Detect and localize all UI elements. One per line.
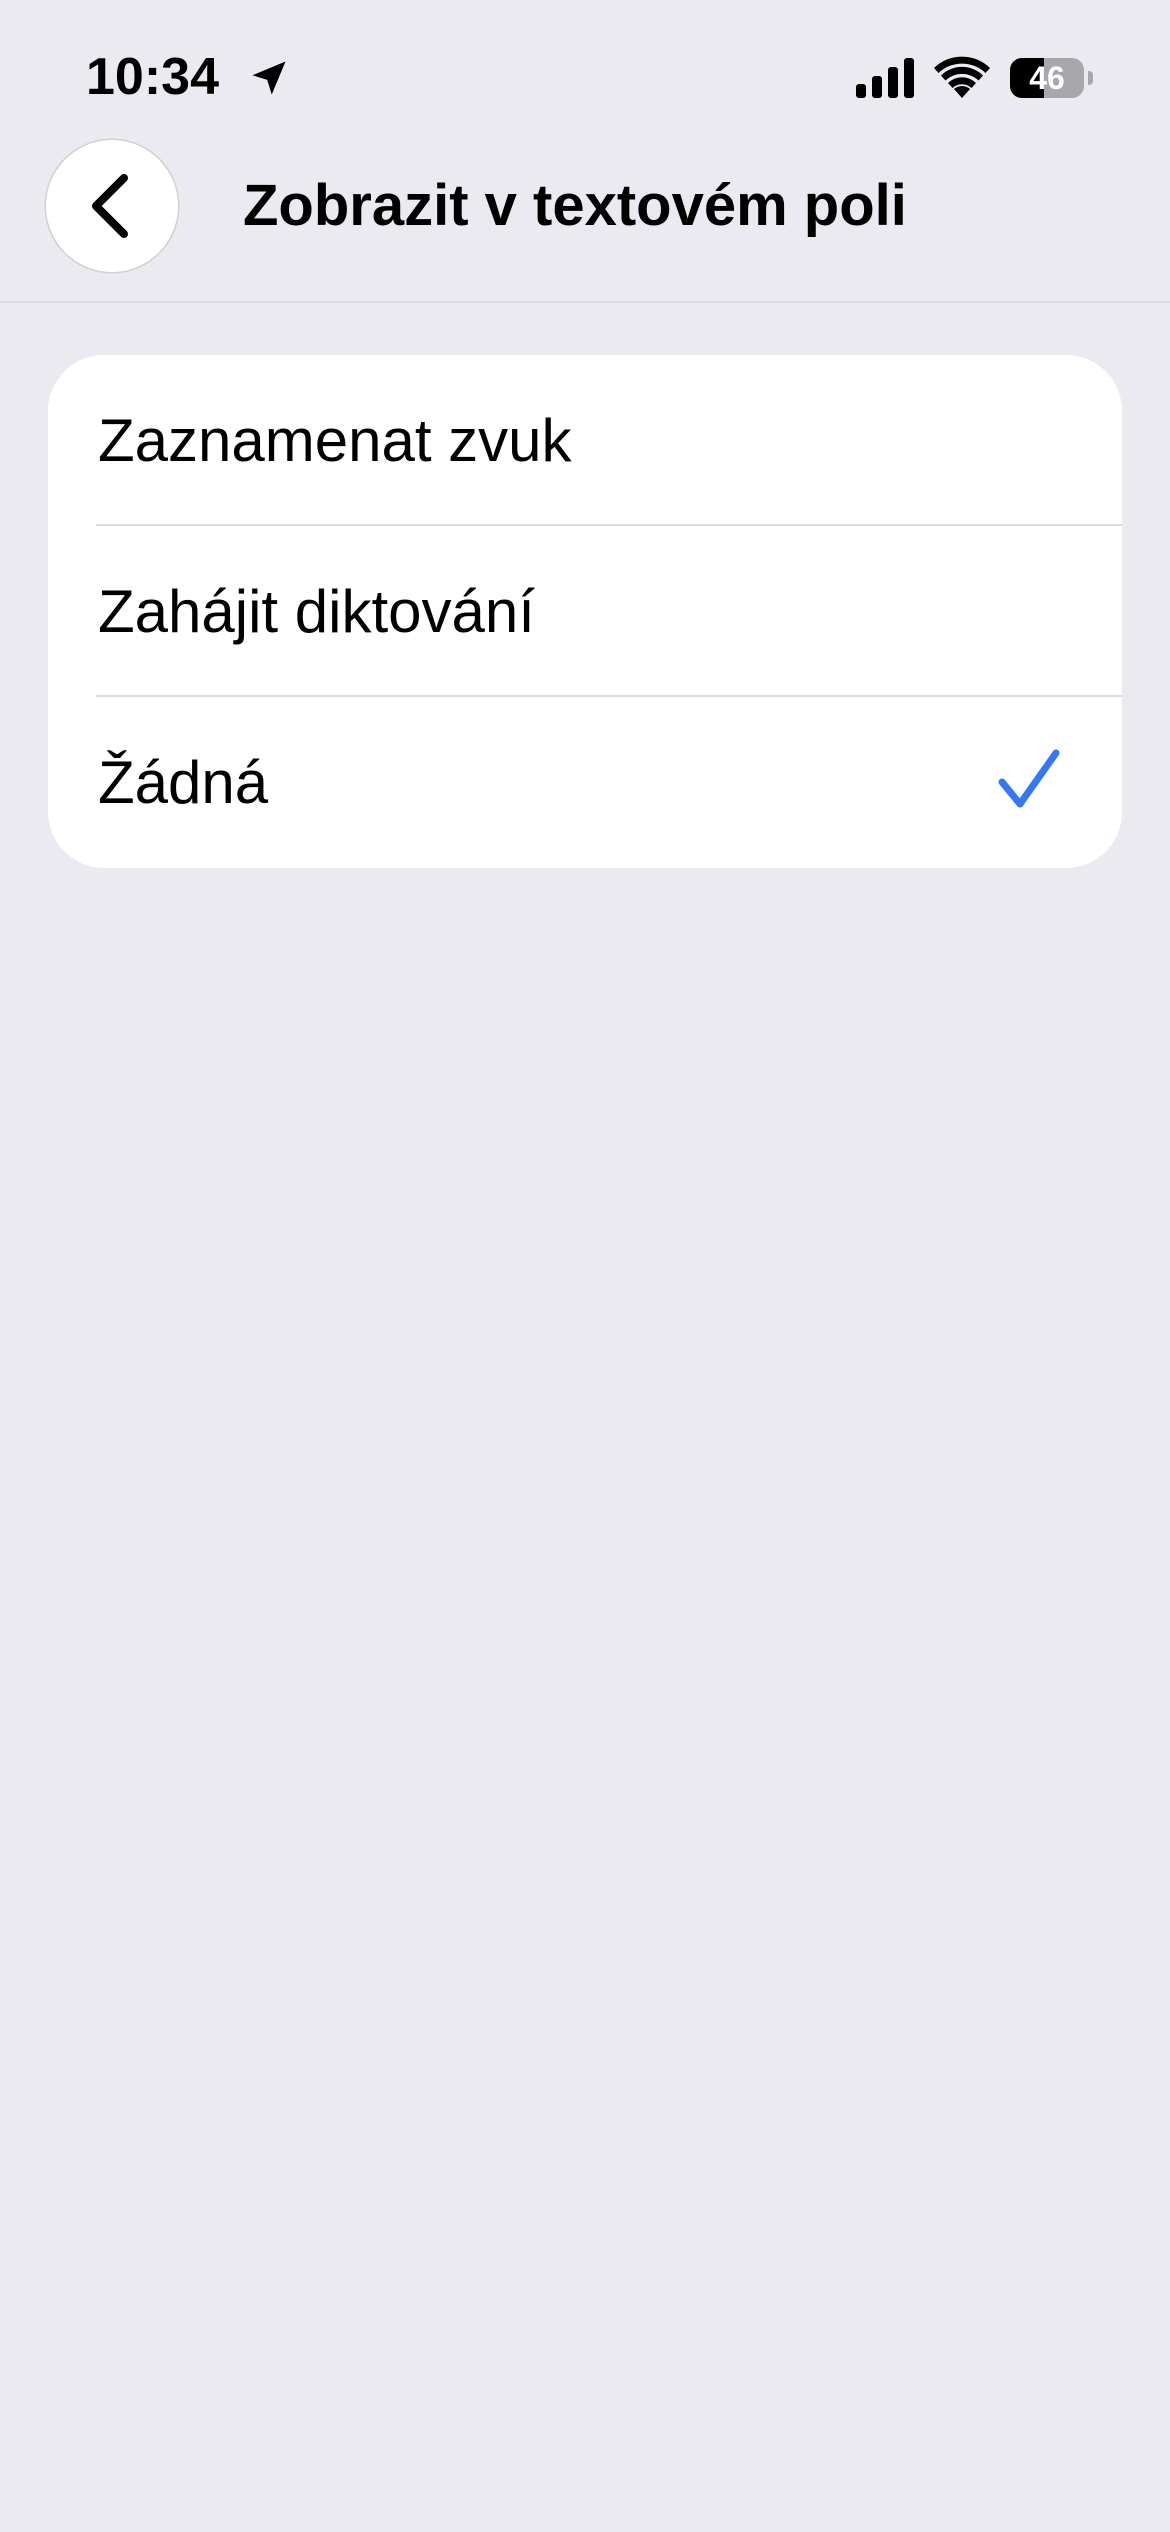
option-label: Zaznamenat zvuk — [98, 407, 572, 474]
chevron-left-icon — [92, 174, 128, 238]
nav-divider — [0, 301, 1170, 303]
back-button[interactable] — [46, 140, 178, 272]
location-arrow-icon — [252, 61, 286, 95]
option-label: Zahájit diktování — [98, 578, 535, 645]
battery-icon: 46 — [1010, 58, 1093, 98]
wifi-icon — [934, 56, 990, 98]
battery-level: 46 — [1029, 60, 1065, 96]
options-list: Zaznamenat zvuk Zahájit diktování Žádná — [48, 355, 1122, 868]
status-time: 10:34 — [86, 48, 219, 106]
cellular-signal-icon — [856, 58, 914, 98]
option-zahajit-diktovani[interactable]: Zahájit diktování — [48, 526, 1122, 696]
checkmark-icon — [998, 749, 1060, 808]
page-title: Zobrazit v textovém poli — [243, 173, 907, 238]
option-zaznamenat-zvuk[interactable]: Zaznamenat zvuk — [48, 355, 1122, 525]
status-bar: 10:34 46 — [0, 0, 1170, 150]
option-zadna[interactable]: Žádná — [48, 697, 1122, 867]
battery-cap — [1088, 71, 1093, 85]
option-label: Žádná — [98, 749, 269, 816]
battery-body: 46 — [1010, 58, 1084, 98]
